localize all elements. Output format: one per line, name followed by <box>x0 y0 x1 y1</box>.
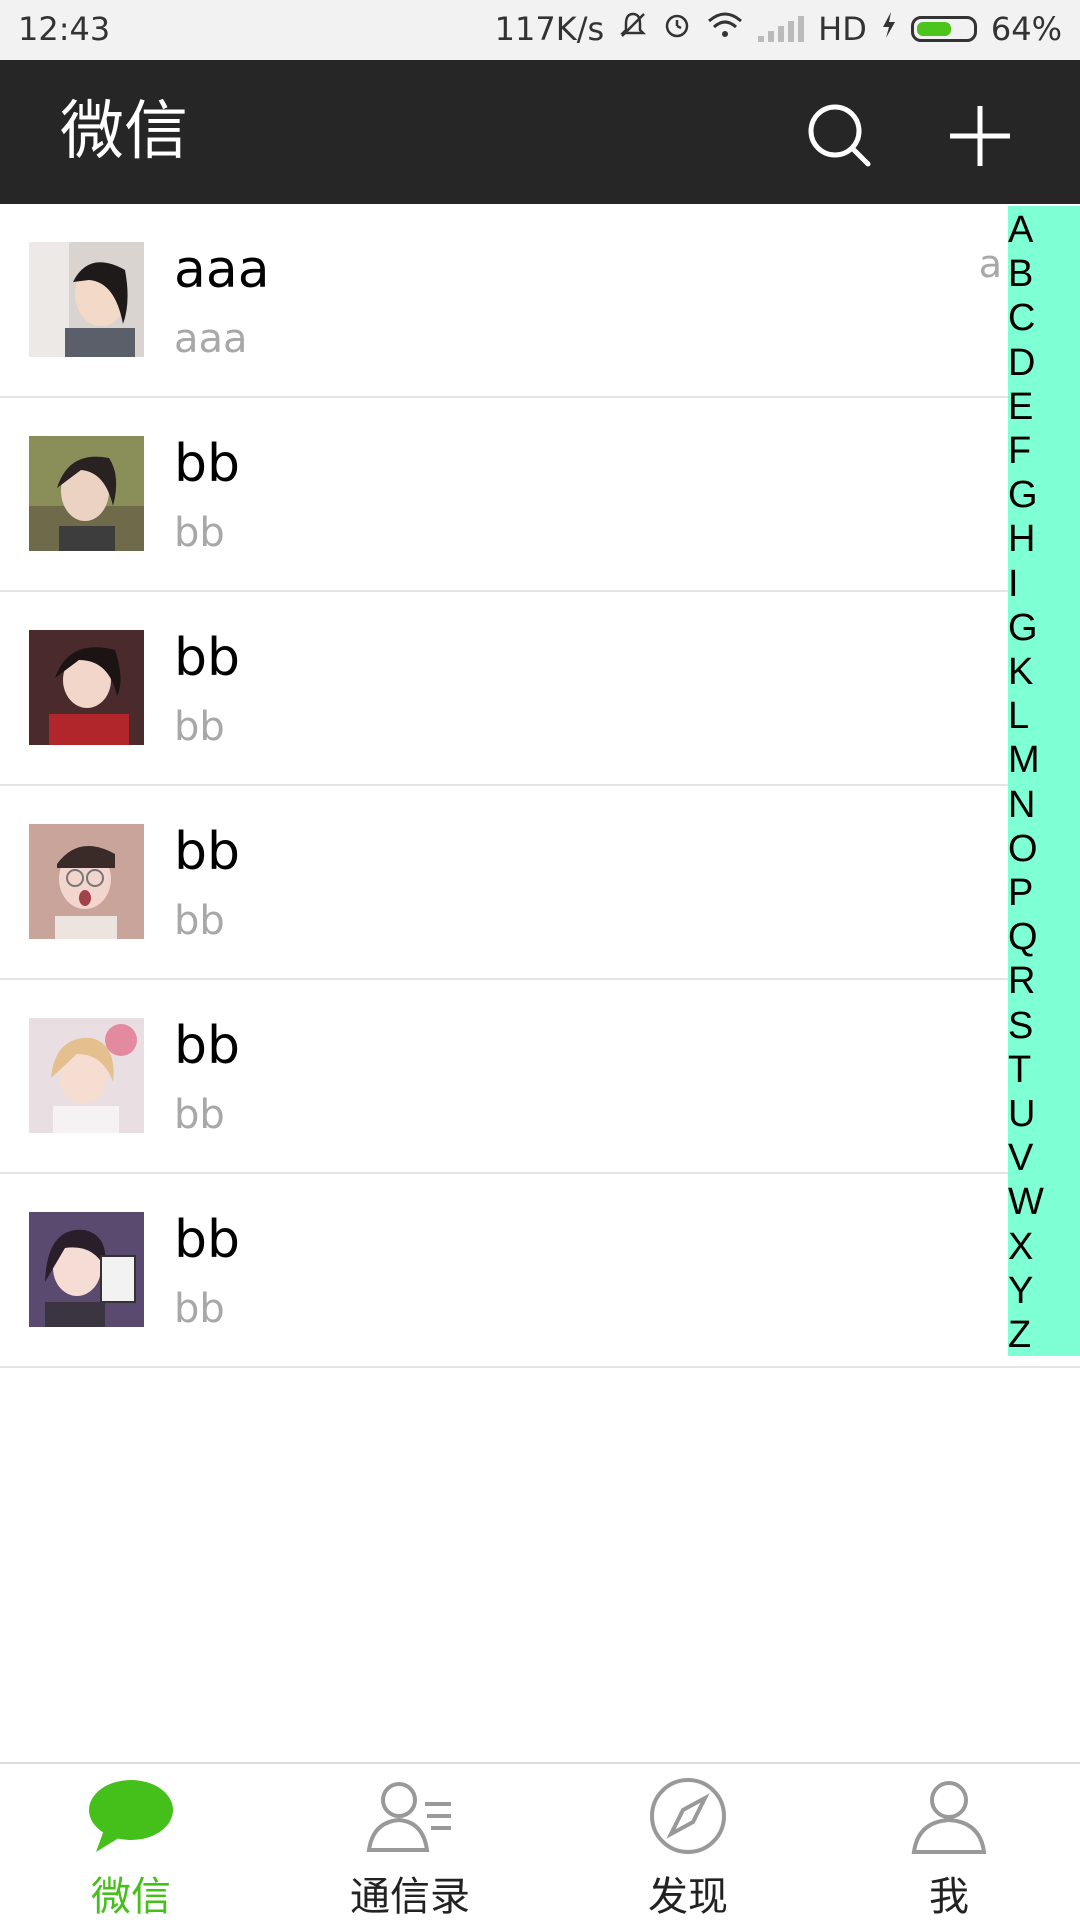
app-bar: 微信 <box>0 60 1080 204</box>
index-letter[interactable]: T <box>1008 1048 1031 1092</box>
index-letter[interactable]: Y <box>1008 1269 1033 1313</box>
plus-icon <box>950 106 1010 166</box>
charging-icon <box>881 10 897 48</box>
contact-list: aaa aaa a bb bb bb bb bb bb bb bb bb bb <box>0 204 1080 1368</box>
status-indicators: 117K/s HD 64% <box>495 10 1062 48</box>
add-button[interactable] <box>940 96 1020 176</box>
list-item[interactable]: bb bb <box>0 398 1080 592</box>
tab-label: 微信 <box>91 1874 171 1920</box>
avatar <box>29 1212 144 1327</box>
index-letter[interactable]: P <box>1008 871 1033 915</box>
tab-label: 发现 <box>648 1874 728 1920</box>
contact-subtitle: bb <box>174 1286 225 1332</box>
index-letter[interactable]: S <box>1008 1004 1033 1048</box>
index-letter[interactable]: O <box>1008 827 1038 871</box>
search-icon <box>808 104 871 167</box>
section-letter: a <box>978 242 1002 286</box>
chat-bubble-icon <box>89 1780 173 1852</box>
alarm-icon <box>662 10 692 48</box>
index-letter[interactable]: C <box>1008 296 1035 340</box>
contact-name: bb <box>174 1016 241 1076</box>
page-title: 微信 <box>60 95 188 169</box>
contact-subtitle: bb <box>174 704 225 750</box>
index-letter[interactable]: E <box>1008 385 1033 429</box>
tab-contacts[interactable]: 通信录 <box>310 1764 510 1920</box>
index-letter[interactable]: K <box>1008 650 1033 694</box>
person-icon <box>911 1781 987 1854</box>
index-letter[interactable]: D <box>1008 341 1035 385</box>
index-letter[interactable]: X <box>1008 1225 1033 1269</box>
avatar <box>29 242 144 357</box>
tab-label: 通信录 <box>350 1874 470 1920</box>
index-letter[interactable]: I <box>1008 562 1019 606</box>
contact-name: bb <box>174 434 241 494</box>
avatar <box>29 630 144 745</box>
mute-icon <box>618 10 648 48</box>
wifi-icon <box>706 10 744 48</box>
battery-percent: 64% <box>990 10 1062 48</box>
index-letter[interactable]: W <box>1008 1180 1044 1224</box>
index-letter[interactable]: F <box>1008 429 1031 473</box>
tab-discover[interactable]: 发现 <box>588 1764 788 1920</box>
index-letter[interactable]: L <box>1008 694 1029 738</box>
index-letter[interactable]: Z <box>1008 1313 1031 1357</box>
avatar <box>29 824 144 939</box>
list-item[interactable]: bb bb <box>0 592 1080 786</box>
network-speed: 117K/s <box>494 10 605 48</box>
index-letter[interactable]: R <box>1008 959 1035 1003</box>
index-letter[interactable]: Q <box>1008 915 1038 959</box>
index-letter[interactable]: N <box>1008 783 1035 827</box>
contacts-icon <box>366 1782 451 1852</box>
list-item[interactable]: bb bb <box>0 786 1080 980</box>
avatar <box>29 1018 144 1133</box>
contact-subtitle: aaa <box>174 316 248 362</box>
search-button[interactable] <box>800 96 880 176</box>
index-letter[interactable]: H <box>1008 517 1035 561</box>
index-letter[interactable]: G <box>1008 473 1038 517</box>
index-letter[interactable]: M <box>1008 738 1040 782</box>
alphabet-index-bar[interactable]: ABCDEFGHIGKLMNOPQRSTUVWXYZ <box>1008 206 1080 1356</box>
avatar <box>29 436 144 551</box>
list-item[interactable]: bb bb <box>0 980 1080 1174</box>
contact-name: bb <box>174 1210 241 1270</box>
index-letter[interactable]: B <box>1008 252 1033 296</box>
signal-icon <box>758 16 805 42</box>
status-time: 12:43 <box>18 10 111 48</box>
contact-name: bb <box>174 822 241 882</box>
bottom-tab-bar: 微信 通信录 发现 我 <box>0 1762 1080 1920</box>
index-letter[interactable]: V <box>1008 1136 1033 1180</box>
list-item[interactable]: aaa aaa a <box>0 204 1080 398</box>
list-item[interactable]: bb bb <box>0 1174 1080 1368</box>
index-letter[interactable]: U <box>1008 1092 1035 1136</box>
contact-subtitle: bb <box>174 1092 225 1138</box>
tab-me[interactable]: 我 <box>849 1764 1049 1920</box>
contact-name: bb <box>174 628 241 688</box>
tab-chats[interactable]: 微信 <box>31 1764 231 1920</box>
contact-subtitle: bb <box>174 898 225 944</box>
network-type: HD <box>818 10 867 48</box>
compass-icon <box>650 1778 726 1854</box>
tab-label: 我 <box>929 1874 969 1920</box>
contact-name: aaa <box>174 240 270 300</box>
battery-icon <box>910 16 977 42</box>
status-bar: 12:43 117K/s HD 64% <box>0 0 1080 60</box>
contact-subtitle: bb <box>174 510 225 556</box>
index-letter[interactable]: A <box>1008 208 1033 252</box>
index-letter[interactable]: G <box>1008 606 1038 650</box>
